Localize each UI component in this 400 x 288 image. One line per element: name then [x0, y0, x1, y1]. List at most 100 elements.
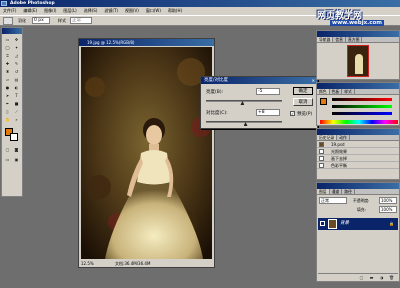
- dodge-tool-icon[interactable]: ◐: [13, 84, 20, 91]
- snapshot-name: 19.psd: [331, 142, 345, 147]
- red-channel-slider[interactable]: [332, 98, 392, 101]
- brightness-input[interactable]: -5: [256, 88, 280, 95]
- history-state-icon: [319, 149, 324, 154]
- tab-paths[interactable]: 路径: [342, 189, 355, 194]
- tab-actions[interactable]: 动作: [337, 135, 350, 140]
- tab-histogram[interactable]: 直方图: [346, 37, 363, 42]
- menu-layer[interactable]: 图层(L): [63, 8, 76, 14]
- delete-layer-icon[interactable]: 🗑: [388, 274, 395, 281]
- tool-preset-button[interactable]: [3, 17, 13, 25]
- feather-input[interactable]: 0 px: [32, 17, 50, 24]
- notes-tool-icon[interactable]: ▯: [4, 108, 11, 115]
- background-color-swatch[interactable]: [10, 133, 18, 141]
- gradient-tool-icon[interactable]: ▤: [13, 76, 20, 83]
- navigator-thumbnail[interactable]: [347, 45, 369, 77]
- hand-tool-icon[interactable]: ✋: [4, 116, 11, 123]
- document-title: 19.jpg @ 12.5%(RGB/8): [87, 40, 135, 45]
- brush-tool-icon[interactable]: ✎: [13, 60, 20, 67]
- quick-mask-mode-icon[interactable]: ◙: [13, 146, 20, 153]
- preview-label: 预览(P): [297, 112, 313, 117]
- zoom-tool-icon[interactable]: ⌕: [13, 116, 20, 123]
- path-selection-tool-icon[interactable]: ➤: [4, 92, 11, 99]
- tab-styles[interactable]: 样式: [342, 89, 355, 94]
- blur-tool-icon[interactable]: ●: [4, 84, 11, 91]
- brightness-slider-track[interactable]: [206, 100, 282, 102]
- app-title: Adobe Photoshop: [10, 1, 55, 6]
- canvas-photo[interactable]: [81, 47, 212, 259]
- magic-wand-tool-icon[interactable]: ✦: [13, 44, 20, 51]
- pen-tool-icon[interactable]: ✒: [4, 100, 11, 107]
- menu-file[interactable]: 文件(F): [3, 8, 16, 14]
- tab-color[interactable]: 颜色: [317, 89, 330, 94]
- fill-input[interactable]: 100%: [379, 206, 397, 213]
- new-layer-icon[interactable]: ▢: [358, 274, 365, 281]
- color-panel: 颜色 色板 样式: [316, 82, 400, 126]
- type-tool-icon[interactable]: T: [13, 92, 20, 99]
- color-ramp[interactable]: [320, 120, 398, 124]
- cancel-button[interactable]: 取消: [293, 98, 313, 106]
- crop-tool-icon[interactable]: ⌗: [4, 52, 11, 59]
- tab-navigator[interactable]: 导航器: [317, 37, 334, 42]
- layer-thumbnail: [328, 219, 337, 229]
- menu-view[interactable]: 视图(V): [125, 8, 139, 14]
- history-state-icon: [319, 163, 324, 168]
- close-icon[interactable]: ✕: [312, 77, 315, 84]
- eyedropper-tool-icon[interactable]: ⟋: [13, 108, 20, 115]
- menu-help[interactable]: 帮助(H): [168, 8, 182, 14]
- brightness-contrast-dialog: 亮度/对比度 ✕ 亮度(B): -5 对比度(C): +8 确定 取消 ✓ 预览…: [200, 76, 318, 129]
- dialog-title-bar[interactable]: 亮度/对比度 ✕: [201, 77, 317, 84]
- contrast-label: 对比度(C):: [206, 111, 228, 116]
- eraser-tool-icon[interactable]: ▱: [4, 76, 11, 83]
- history-brush-tool-icon[interactable]: ↺: [13, 68, 20, 75]
- layer-visibility-eye-icon[interactable]: [320, 221, 325, 226]
- lasso-tool-icon[interactable]: ◯: [4, 44, 11, 51]
- document-size: 文档:36.4M/36.4M: [115, 261, 151, 266]
- menu-image[interactable]: 图像(I): [44, 8, 56, 14]
- blend-mode-select[interactable]: 正常: [319, 197, 347, 204]
- menu-filter[interactable]: 滤镜(T): [104, 8, 118, 14]
- move-tool-icon[interactable]: ✥: [13, 36, 20, 43]
- layer-row-background[interactable]: 背景 🔒: [318, 218, 398, 230]
- slice-tool-icon[interactable]: ◿: [13, 52, 20, 59]
- color-panel-foreground-swatch[interactable]: [320, 98, 327, 105]
- clone-stamp-tool-icon[interactable]: ♜: [4, 68, 11, 75]
- style-select[interactable]: 正常: [70, 17, 92, 24]
- tab-channels[interactable]: 通道: [330, 189, 343, 194]
- contrast-input[interactable]: +8: [256, 109, 280, 116]
- history-item[interactable]: 色彩平衡: [317, 162, 399, 169]
- screen-mode-standard-icon[interactable]: ▭: [4, 156, 11, 163]
- shape-tool-icon[interactable]: ■: [13, 100, 20, 107]
- menu-edit[interactable]: 编辑(E): [23, 8, 37, 14]
- blue-channel-slider[interactable]: [332, 112, 392, 115]
- layers-panel: 图层 通道 路径 正常 不透明度: 100% 填充: 100% 背景 🔒 ▢ ▬…: [316, 182, 400, 282]
- zoom-level[interactable]: 12.5%: [81, 261, 94, 266]
- standard-mode-icon[interactable]: ▢: [4, 146, 11, 153]
- menu-select[interactable]: 选择(S): [84, 8, 98, 14]
- tab-swatches[interactable]: 色板: [330, 89, 343, 94]
- feather-label: 羽化: [18, 18, 26, 23]
- tab-info[interactable]: 信息: [333, 37, 346, 42]
- healing-brush-tool-icon[interactable]: ✚: [4, 60, 11, 67]
- menu-window[interactable]: 窗口(W): [146, 8, 161, 14]
- history-item[interactable]: 光照效果: [317, 148, 399, 155]
- screen-mode-full-icon[interactable]: ▣: [13, 156, 20, 163]
- adjustment-layer-icon[interactable]: ◑: [378, 274, 385, 281]
- history-panel: 历史记录 动作 19.psd 光照效果 画下去掉 色彩平衡: [316, 128, 400, 180]
- history-snapshot-row[interactable]: 19.psd: [317, 141, 399, 148]
- new-group-icon[interactable]: ▬: [368, 274, 375, 281]
- document-title-bar[interactable]: 19.jpg @ 12.5%(RGB/8): [79, 39, 214, 46]
- toolbox-header: [2, 28, 22, 34]
- history-item[interactable]: 画下去掉: [317, 155, 399, 162]
- tab-layers[interactable]: 图层: [317, 189, 330, 194]
- green-channel-slider[interactable]: [332, 105, 392, 108]
- opacity-input[interactable]: 100%: [379, 197, 397, 204]
- preview-checkbox[interactable]: ✓: [290, 111, 295, 116]
- layer-lock-icon: 🔒: [389, 221, 394, 226]
- contrast-slider-track[interactable]: [206, 121, 282, 123]
- history-state-icon: [319, 156, 324, 161]
- layers-tabs: 图层 通道 路径: [317, 189, 399, 195]
- photoshop-app-icon: [1, 1, 7, 6]
- ok-button[interactable]: 确定: [293, 87, 313, 95]
- tab-history[interactable]: 历史记录: [317, 135, 338, 140]
- marquee-tool-icon[interactable]: ▭: [4, 36, 11, 43]
